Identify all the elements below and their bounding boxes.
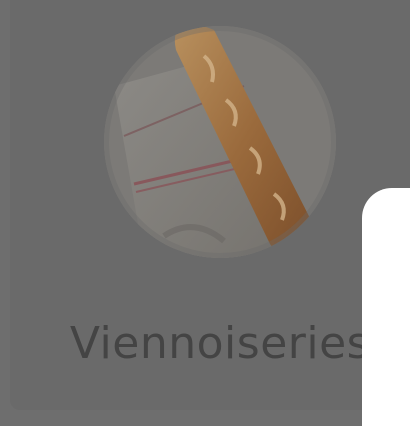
page: Viennoiseries bbox=[0, 0, 410, 426]
category-card[interactable]: Viennoiseries bbox=[10, 0, 410, 410]
category-image[interactable] bbox=[104, 26, 336, 258]
white-panel bbox=[362, 188, 410, 426]
baguette-illustration bbox=[104, 26, 336, 258]
category-label[interactable]: Viennoiseries bbox=[10, 318, 410, 369]
